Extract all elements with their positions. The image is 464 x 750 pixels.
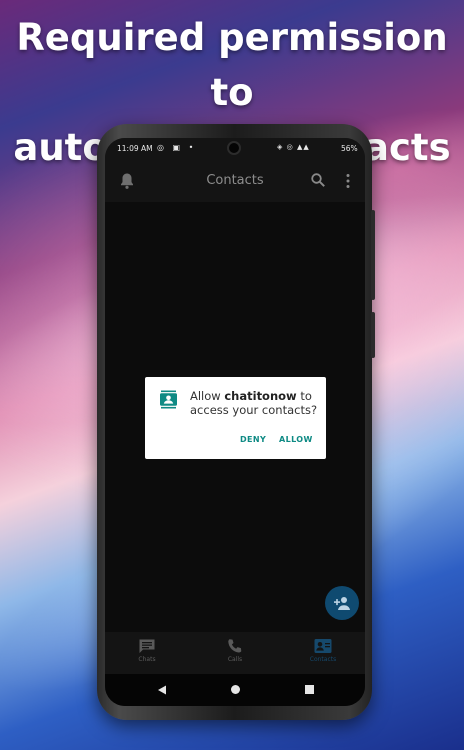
contacts-icon [160,390,177,409]
tab-chats-label: Chats [138,656,156,663]
app-bar: Contacts [105,160,365,202]
tab-contacts-label: Contacts [309,656,337,663]
tab-contacts[interactable]: Contacts [293,638,353,663]
tab-chats[interactable]: Chats [117,638,177,663]
allow-button[interactable]: ALLOW [279,435,313,444]
tab-calls[interactable]: Calls [205,638,265,663]
deny-button[interactable]: DENY [240,435,266,444]
bottom-nav: Chats Calls Contacts [105,632,365,674]
permission-dialog: Allow chatitonow to access your contacts… [145,377,326,459]
status-notification-icons: ◎ ▣ • [157,143,197,152]
add-person-icon [334,597,350,610]
tab-calls-label: Calls [227,656,243,663]
back-icon[interactable] [157,685,167,695]
contacts-card-icon [314,639,332,653]
recents-icon[interactable] [305,685,314,694]
add-contact-fab[interactable] [325,586,359,620]
chat-icon [139,639,155,653]
battery-level: 56% [341,144,358,153]
more-vert-icon[interactable] [341,172,355,190]
status-time: 11:09 AM [117,144,153,153]
page-title: Contacts [206,173,264,188]
phone-screen: 11:09 AM ◎ ▣ • ◈ ◎ ▲▲ 56% Contacts Allow… [105,138,365,706]
status-bar: 11:09 AM ◎ ▣ • ◈ ◎ ▲▲ 56% [105,138,365,160]
permission-prefix: Allow [190,389,225,403]
power-button [371,312,375,358]
phone-icon [228,639,242,653]
status-system-icons: ◈ ◎ ▲▲ [277,143,310,151]
front-camera [227,141,241,155]
home-icon[interactable] [231,685,240,694]
permission-app-name: chatitonow [224,389,297,403]
search-icon[interactable] [310,172,326,188]
system-nav-bar [105,674,365,706]
permission-message: Allow chatitonow to access your contacts… [190,389,322,417]
volume-button [371,210,375,300]
headline-line-1: Required permission to [16,16,448,114]
